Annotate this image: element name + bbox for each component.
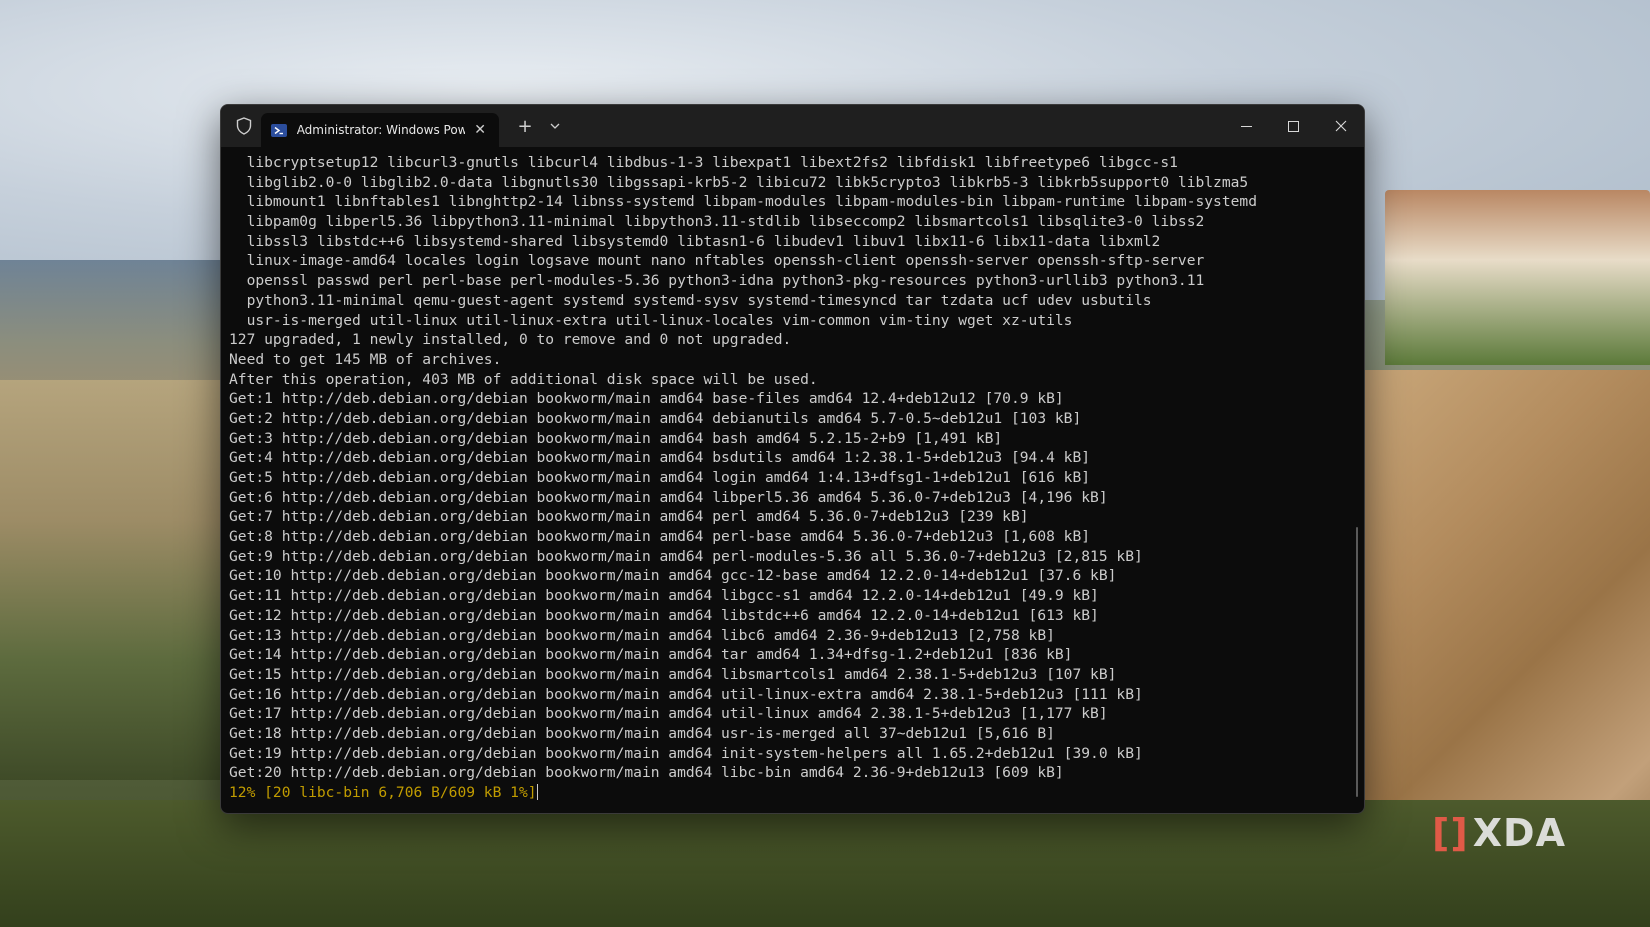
get-line: Get:15 http://deb.debian.org/debian book… bbox=[229, 665, 1117, 683]
close-window-button[interactable] bbox=[1317, 105, 1364, 147]
get-line: Get:20 http://deb.debian.org/debian book… bbox=[229, 764, 1064, 782]
get-line: Get:18 http://deb.debian.org/debian book… bbox=[229, 724, 1055, 742]
progress-line: 12% [20 libc-bin 6,706 B/609 kB 1%] bbox=[229, 783, 1364, 803]
progress-text: 12% [20 libc-bin 6,706 B/609 kB 1%] bbox=[229, 784, 537, 801]
package-line: usr-is-merged util-linux util-linux-extr… bbox=[229, 311, 1073, 329]
package-line: libcryptsetup12 libcurl3-gnutls libcurl4… bbox=[229, 154, 1178, 171]
get-line: Get:6 http://deb.debian.org/debian bookw… bbox=[229, 488, 1108, 506]
new-tab-button[interactable]: + bbox=[513, 116, 537, 137]
get-line: Get:7 http://deb.debian.org/debian bookw… bbox=[229, 508, 1029, 526]
chevron-down-icon[interactable] bbox=[543, 123, 567, 129]
wallpaper-building bbox=[1385, 190, 1650, 365]
package-line: python3.11-minimal qemu-guest-agent syst… bbox=[229, 291, 1152, 309]
summary-line: 127 upgraded, 1 newly installed, 0 to re… bbox=[229, 331, 792, 349]
get-line: Get:14 http://deb.debian.org/debian book… bbox=[229, 646, 1073, 664]
maximize-icon bbox=[1288, 117, 1299, 136]
maximize-button[interactable] bbox=[1270, 105, 1317, 147]
get-line: Get:8 http://deb.debian.org/debian bookw… bbox=[229, 528, 1091, 546]
tab-title: Administrator: Windows Powe bbox=[296, 123, 466, 137]
terminal-output[interactable]: libcryptsetup12 libcurl3-gnutls libcurl4… bbox=[221, 147, 1364, 813]
get-line: Get:4 http://deb.debian.org/debian bookw… bbox=[229, 449, 1091, 467]
get-line: Get:3 http://deb.debian.org/debian bookw… bbox=[229, 429, 1003, 447]
tab-close-button[interactable]: ✕ bbox=[471, 122, 489, 138]
package-line: linux-image-amd64 locales login logsave … bbox=[229, 252, 1205, 270]
shield-icon bbox=[227, 105, 261, 147]
text-cursor bbox=[536, 784, 538, 800]
summary-line: After this operation, 403 MB of addition… bbox=[229, 370, 818, 388]
title-bar[interactable]: Administrator: Windows Powe ✕ + bbox=[221, 105, 1364, 147]
get-line: Get:1 http://deb.debian.org/debian bookw… bbox=[229, 390, 1064, 408]
get-line: Get:11 http://deb.debian.org/debian book… bbox=[229, 587, 1099, 605]
wallpaper-trees bbox=[0, 800, 1650, 927]
xda-bracket-mark: [] bbox=[1432, 811, 1469, 855]
minimize-icon bbox=[1241, 117, 1252, 136]
minimize-button[interactable] bbox=[1223, 105, 1270, 147]
package-line: libpam0g libperl5.36 libpython3.11-minim… bbox=[229, 213, 1205, 231]
tab-administrator-powershell[interactable]: Administrator: Windows Powe ✕ bbox=[261, 113, 499, 147]
powershell-icon bbox=[271, 123, 287, 137]
get-line: Get:5 http://deb.debian.org/debian bookw… bbox=[229, 469, 1091, 486]
get-line: Get:12 http://deb.debian.org/debian book… bbox=[229, 606, 1099, 624]
get-line: Get:9 http://deb.debian.org/debian bookw… bbox=[229, 547, 1143, 565]
scrollbar[interactable] bbox=[1356, 527, 1358, 797]
get-line: Get:10 http://deb.debian.org/debian book… bbox=[229, 567, 1117, 585]
get-line: Get:17 http://deb.debian.org/debian book… bbox=[229, 705, 1108, 723]
close-icon bbox=[1335, 117, 1347, 136]
package-line: openssl passwd perl perl-base perl-modul… bbox=[229, 272, 1205, 290]
get-line: Get:13 http://deb.debian.org/debian book… bbox=[229, 626, 1055, 644]
summary-line: Need to get 145 MB of archives. bbox=[229, 350, 502, 368]
get-line: Get:16 http://deb.debian.org/debian book… bbox=[229, 685, 1143, 703]
get-line: Get:2 http://deb.debian.org/debian bookw… bbox=[229, 409, 1082, 427]
window-controls bbox=[1223, 105, 1364, 147]
package-line: libmount1 libnftables1 libnghttp2-14 lib… bbox=[229, 193, 1257, 211]
xda-watermark: [] XDA bbox=[1432, 811, 1566, 855]
get-line: Get:19 http://deb.debian.org/debian book… bbox=[229, 744, 1143, 762]
package-line: libglib2.0-0 libglib2.0-data libgnutls30… bbox=[229, 173, 1249, 191]
package-line: libssl3 libstdc++6 libsystemd-shared lib… bbox=[229, 232, 1161, 250]
xda-watermark-text: XDA bbox=[1472, 811, 1566, 855]
terminal-window: Administrator: Windows Powe ✕ + libcrypt… bbox=[220, 104, 1365, 814]
